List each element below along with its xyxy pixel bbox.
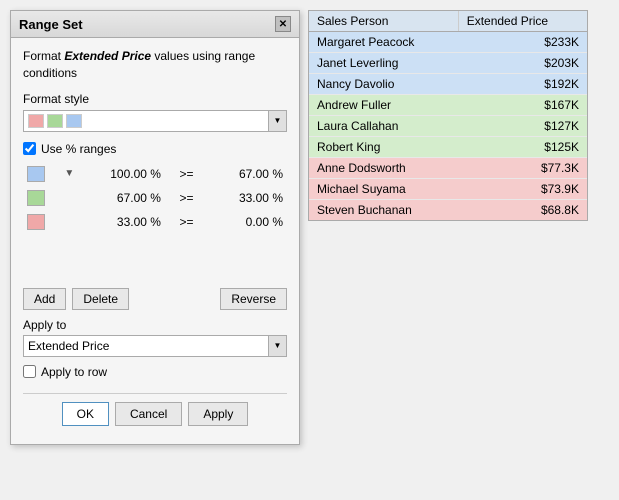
format-style-row: ▼ [23,110,287,132]
extended-price-cell: $77.3K [458,158,587,179]
range-color-swatch[interactable] [27,166,45,182]
sales-person-cell: Laura Callahan [309,116,458,137]
add-button[interactable]: Add [23,288,66,310]
range-to: 67.00 % [208,162,287,186]
apply-to-select[interactable]: Extended Price [23,335,269,357]
range-from: 67.00 % [86,186,165,210]
range-color-cell [23,162,60,186]
sales-person-cell: Michael Suyama [309,179,458,200]
col1-header: Sales Person [309,11,458,32]
description-field: Extended Price [64,49,151,63]
range-arrow: ▼ [60,162,86,186]
apply-to-row-checkbox[interactable] [23,365,36,378]
reverse-button[interactable]: Reverse [220,288,287,310]
sales-person-cell: Janet Leverling [309,53,458,74]
format-style-label: Format style [23,92,287,106]
range-row: ▼ 100.00 % >= 67.00 % [23,162,287,186]
cancel-button[interactable]: Cancel [115,402,182,426]
extended-price-cell: $167K [458,95,587,116]
range-arrow [60,186,86,210]
sales-person-cell: Steven Buchanan [309,200,458,221]
table-row: Steven Buchanan $68.8K [309,200,587,221]
extended-price-cell: $203K [458,53,587,74]
col2-header: Extended Price [458,11,587,32]
sales-person-cell: Anne Dodsworth [309,158,458,179]
use-percent-checkbox[interactable] [23,142,36,155]
table-row: Andrew Fuller $167K [309,95,587,116]
range-table: ▼ 100.00 % >= 67.00 % 67.00 % >= 33.00 %… [23,162,287,234]
range-row: 67.00 % >= 33.00 % [23,186,287,210]
apply-to-select-row: Extended Price ▼ [23,335,287,357]
table-row: Margaret Peacock $233K [309,32,587,53]
swatch-2 [47,114,63,128]
table-row: Michael Suyama $73.9K [309,179,587,200]
range-color-swatch[interactable] [27,190,45,206]
range-op: >= [165,210,208,234]
apply-to-value: Extended Price [28,339,109,353]
range-from: 33.00 % [86,210,165,234]
table-row: Robert King $125K [309,137,587,158]
data-table-container: Sales Person Extended Price Margaret Pea… [308,10,588,221]
range-color-swatch[interactable] [27,214,45,230]
apply-to-label: Apply to [23,318,287,332]
format-style-dropdown[interactable]: ▼ [269,110,287,132]
sales-person-cell: Margaret Peacock [309,32,458,53]
range-from: 100.00 % [86,162,165,186]
sales-person-cell: Robert King [309,137,458,158]
table-row: Anne Dodsworth $77.3K [309,158,587,179]
data-table: Sales Person Extended Price Margaret Pea… [309,11,587,220]
table-row: Janet Leverling $203K [309,53,587,74]
sales-person-cell: Andrew Fuller [309,95,458,116]
range-empty-area [23,240,287,280]
extended-price-cell: $233K [458,32,587,53]
delete-button[interactable]: Delete [72,288,129,310]
apply-to-row-row: Apply to row [23,365,287,379]
apply-to-row-label[interactable]: Apply to row [41,365,107,379]
dialog-title: Range Set [19,17,83,32]
use-percent-row: Use % ranges [23,142,287,156]
extended-price-cell: $73.9K [458,179,587,200]
extended-price-cell: $127K [458,116,587,137]
range-arrow [60,210,86,234]
range-set-dialog: Range Set ✕ Format Extended Price values… [10,10,300,445]
apply-to-dropdown-btn[interactable]: ▼ [269,335,287,357]
extended-price-cell: $192K [458,74,587,95]
range-op: >= [165,162,208,186]
range-op: >= [165,186,208,210]
dialog-title-bar: Range Set ✕ [11,11,299,38]
close-button[interactable]: ✕ [275,16,291,32]
table-row: Nancy Davolio $192K [309,74,587,95]
table-row: Laura Callahan $127K [309,116,587,137]
action-buttons-row: Add Delete Reverse [23,288,287,310]
extended-price-cell: $125K [458,137,587,158]
range-to: 33.00 % [208,186,287,210]
sales-person-cell: Nancy Davolio [309,74,458,95]
bottom-buttons-row: OK Cancel Apply [23,393,287,434]
color-box-container[interactable] [23,110,269,132]
extended-price-cell: $68.8K [458,200,587,221]
ok-button[interactable]: OK [62,402,109,426]
apply-button[interactable]: Apply [188,402,248,426]
range-color-cell [23,186,60,210]
description-text: Format Extended Price values using range… [23,48,287,82]
use-percent-label[interactable]: Use % ranges [41,142,116,156]
range-row: 33.00 % >= 0.00 % [23,210,287,234]
dialog-body: Format Extended Price values using range… [11,38,299,444]
range-color-cell [23,210,60,234]
range-to: 0.00 % [208,210,287,234]
swatch-1 [28,114,44,128]
swatch-3 [66,114,82,128]
